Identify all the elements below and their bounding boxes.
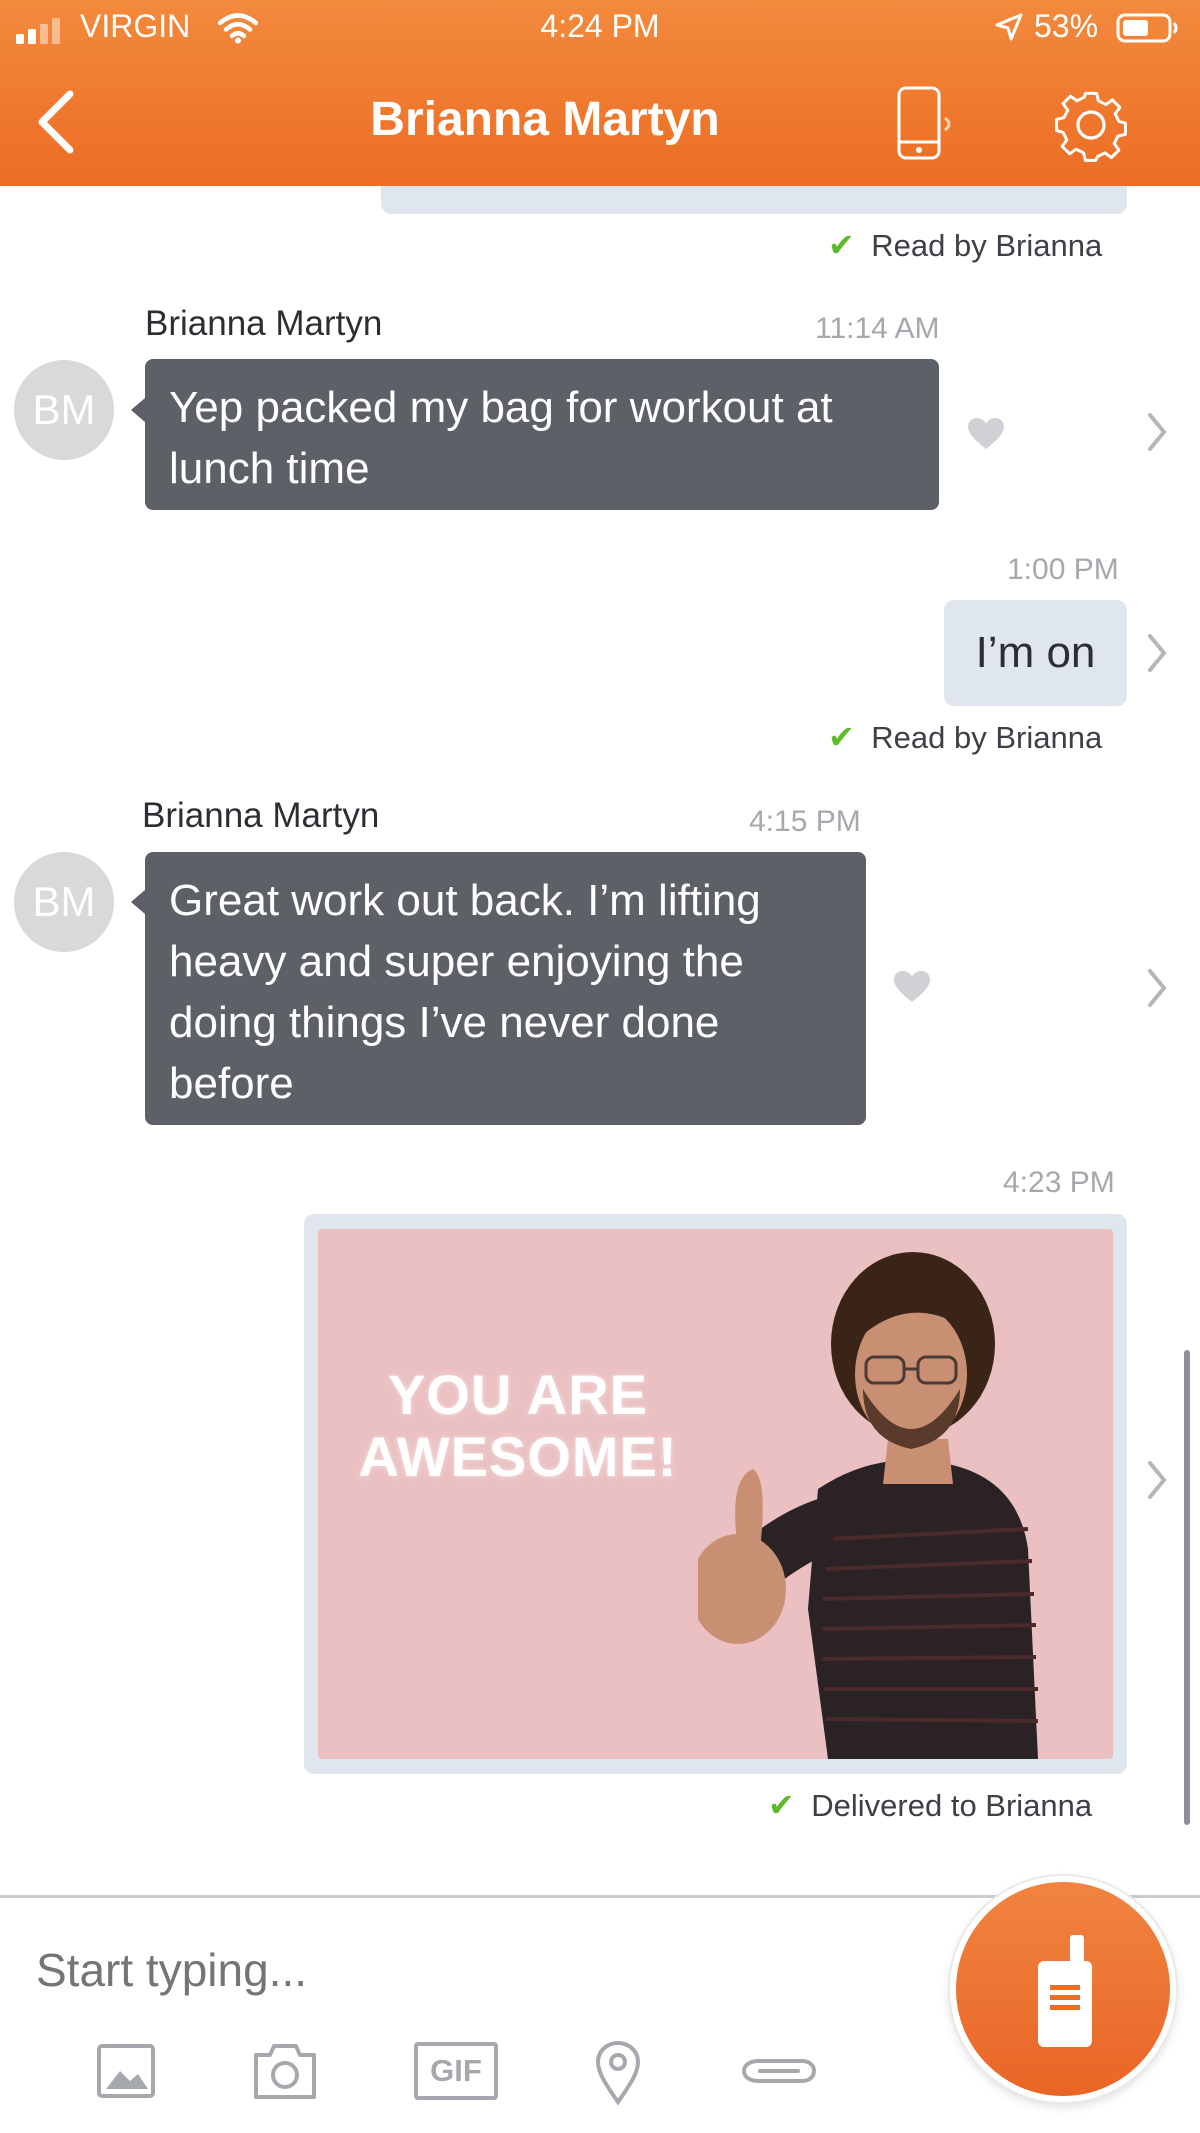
gif-caption-line: AWESOME!	[358, 1425, 678, 1488]
location-pin-button[interactable]	[594, 2040, 642, 2106]
gif-caption: YOU ARE AWESOME!	[338, 1364, 698, 1488]
message-time: 11:14 AM	[815, 312, 940, 345]
message-text-line: Great work out back. I’m lifting	[169, 876, 761, 925]
bubble-tail	[131, 890, 145, 914]
message-input[interactable]	[36, 1935, 936, 2005]
message-text-line: before	[169, 1059, 294, 1108]
gif-button-label: GIF	[430, 2053, 482, 2088]
walkie-talkie-mode-button[interactable]	[895, 84, 967, 162]
location-arrow-icon	[994, 12, 1024, 42]
read-receipt: ✔ Read by Brianna	[828, 718, 1128, 758]
check-icon: ✔	[828, 719, 855, 755]
sender-name: Brianna Martyn	[142, 796, 380, 835]
bubble-tail	[131, 398, 145, 422]
gif-button[interactable]: GIF	[414, 2042, 498, 2100]
message-time: 4:23 PM	[1003, 1166, 1115, 1199]
sender-name: Brianna Martyn	[145, 304, 383, 343]
app-header: VIRGIN 4:24 PM 53% Brianna Martyn	[0, 0, 1200, 186]
settings-gear-button[interactable]	[1052, 86, 1130, 164]
thumbs-up-person-illustration	[698, 1252, 1039, 1759]
message-time: 1:00 PM	[1007, 553, 1119, 586]
message-time: 4:15 PM	[749, 805, 861, 838]
check-icon: ✔	[768, 1787, 795, 1823]
gif-image[interactable]: YOU ARE AWESOME!	[318, 1229, 1113, 1759]
read-receipt-text: Read by Brianna	[871, 228, 1103, 263]
chevron-right-icon[interactable]	[1142, 1455, 1172, 1505]
message-text-line: doing things I’ve never done	[169, 998, 720, 1047]
chevron-right-icon[interactable]	[1142, 628, 1172, 678]
push-to-talk-button[interactable]	[950, 1876, 1176, 2102]
read-receipt-text: Read by Brianna	[871, 720, 1103, 755]
check-icon: ✔	[828, 227, 855, 263]
message-text: I’m on	[975, 628, 1096, 677]
gif-message-bubble[interactable]: YOU ARE AWESOME!	[304, 1214, 1127, 1774]
gif-caption-line: YOU ARE	[387, 1363, 649, 1426]
heart-icon[interactable]	[893, 970, 931, 1004]
avatar[interactable]: BM	[14, 360, 114, 460]
back-button[interactable]	[20, 84, 90, 160]
delivery-receipt: ✔ Delivered to Brianna	[768, 1786, 1148, 1826]
attachment-paperclip-button[interactable]	[738, 2047, 818, 2091]
photo-library-button[interactable]	[96, 2043, 156, 2099]
avatar[interactable]: BM	[14, 852, 114, 952]
delivery-receipt-text: Delivered to Brianna	[811, 1788, 1093, 1823]
read-receipt: ✔ Read by Brianna	[828, 226, 1128, 266]
conversation-title: Brianna Martyn	[370, 93, 720, 146]
battery-percent: 53%	[1034, 8, 1099, 44]
message-text-line: lunch time	[169, 444, 370, 493]
camera-button[interactable]	[252, 2041, 318, 2101]
previous-message-bubble[interactable]	[381, 186, 1127, 214]
battery-icon	[1116, 12, 1180, 44]
outgoing-message-bubble[interactable]: I’m on	[944, 600, 1127, 706]
heart-icon[interactable]	[967, 417, 1005, 451]
message-text-line: Yep packed my bag for workout at	[169, 383, 833, 432]
scrollbar[interactable]	[1184, 1350, 1190, 1825]
message-text-line: heavy and super enjoying the	[169, 937, 744, 986]
incoming-message-bubble[interactable]: Great work out back. I’m lifting heavy a…	[145, 852, 866, 1125]
walkie-talkie-icon	[1038, 1935, 1092, 2047]
incoming-message-bubble[interactable]: Yep packed my bag for workout at lunch t…	[145, 359, 939, 510]
chevron-right-icon[interactable]	[1142, 963, 1172, 1013]
chevron-right-icon[interactable]	[1142, 407, 1172, 457]
